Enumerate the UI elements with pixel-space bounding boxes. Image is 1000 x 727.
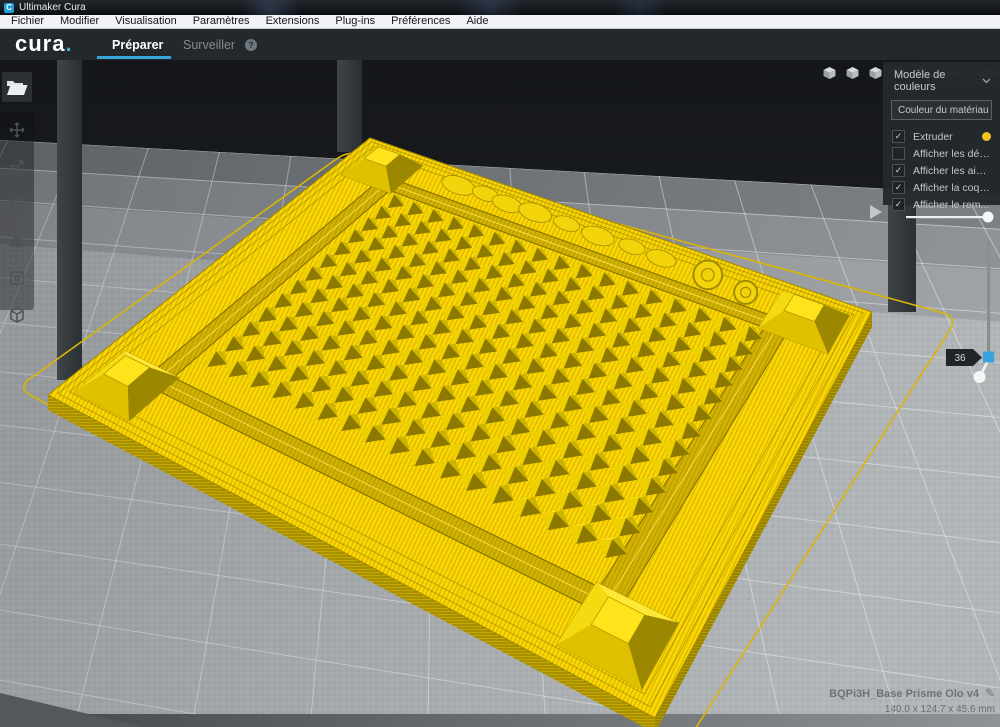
- app-icon: C: [4, 3, 14, 13]
- view-option-label: Afficher les aides: [913, 165, 991, 177]
- title-bar[interactable]: C Ultimaker Cura: [0, 0, 1000, 15]
- monitor-info-icon[interactable]: ?: [245, 39, 257, 51]
- view-option-row: Afficher les dép...: [883, 145, 1000, 162]
- menu-plug-ins[interactable]: Plug-ins: [327, 15, 383, 28]
- view-options-panel: Modèle de couleurs Couleur du matériau ✓…: [883, 62, 1000, 205]
- view-option-row: ✓ Extruder: [883, 128, 1000, 145]
- layer-slider-track-upper[interactable]: [987, 240, 990, 357]
- layer-slider-upper-handle[interactable]: [983, 352, 994, 363]
- header-bar: cura. Préparer Surveiller ? Vue en couch…: [0, 29, 1000, 60]
- simulation-sliders: 36: [860, 200, 1000, 400]
- view-top-icon[interactable]: [868, 66, 883, 85]
- menu-paramtres[interactable]: Paramètres: [185, 15, 258, 28]
- edit-job-name-icon[interactable]: ✎: [985, 686, 995, 700]
- checkbox[interactable]: ✓: [892, 164, 905, 177]
- play-button[interactable]: [870, 205, 882, 219]
- cura-window: C Ultimaker Cura FichierModifierVisualis…: [0, 0, 1000, 727]
- view-option-label: Afficher la coque: [913, 182, 991, 194]
- support-blocker-tool-icon[interactable]: [7, 305, 27, 330]
- scale-tool-icon[interactable]: [7, 157, 27, 182]
- layer-tooltip-value: 36: [954, 353, 966, 364]
- mirror-tool-icon[interactable]: [7, 231, 27, 256]
- job-name[interactable]: BQPi3H_Base Prisme Olo v4: [829, 688, 979, 700]
- path-slider-track[interactable]: [906, 216, 990, 218]
- menu-fichier[interactable]: Fichier: [3, 15, 52, 28]
- view-option-label: Afficher les dép...: [913, 148, 991, 160]
- menu-prfrences[interactable]: Préférences: [383, 15, 458, 28]
- path-slider-handle[interactable]: [983, 212, 994, 223]
- open-file-button[interactable]: [2, 72, 32, 102]
- chevron-down-icon: [982, 78, 990, 84]
- menu-visualisation[interactable]: Visualisation: [107, 15, 185, 28]
- menu-bar: FichierModifierVisualisationParamètresEx…: [0, 15, 1000, 29]
- tab-monitor[interactable]: Surveiller: [183, 38, 235, 52]
- cura-logo: cura.: [15, 31, 73, 57]
- menu-aide[interactable]: Aide: [458, 15, 496, 28]
- color-scheme-select[interactable]: Couleur du matériau: [891, 100, 992, 120]
- view-option-row: ✓ Afficher la coque: [883, 179, 1000, 196]
- view-3d-icon[interactable]: [822, 66, 837, 85]
- move-tool-icon[interactable]: [7, 120, 27, 145]
- open-folder-icon: [6, 79, 28, 96]
- tab-prepare[interactable]: Préparer: [112, 38, 163, 52]
- job-dimensions: 140.0 x 124.7 x 45.6 mm: [829, 704, 995, 715]
- menu-modifier[interactable]: Modifier: [52, 15, 107, 28]
- color-scheme-header[interactable]: Modèle de couleurs: [883, 69, 1000, 93]
- checkbox[interactable]: ✓: [892, 130, 905, 143]
- rotate-tool-icon[interactable]: [7, 194, 27, 219]
- model-tool-strip: [0, 112, 34, 310]
- window-title: Ultimaker Cura: [19, 2, 86, 13]
- view-option-row: ✓ Afficher les aides: [883, 162, 1000, 179]
- menu-extensions[interactable]: Extensions: [258, 15, 328, 28]
- layer-slider-lower-handle[interactable]: [974, 371, 986, 383]
- view-front-icon[interactable]: [845, 66, 860, 85]
- job-info: BQPi3H_Base Prisme Olo v4 ✎ 140.0 x 124.7…: [829, 686, 995, 715]
- per-model-settings-tool-icon[interactable]: [7, 268, 27, 293]
- extruder-color-swatch: [982, 132, 991, 141]
- viewport-3d[interactable]: [0, 60, 1000, 727]
- checkbox[interactable]: ✓: [892, 181, 905, 194]
- checkbox[interactable]: [892, 147, 905, 160]
- tab-prepare-underline: [97, 56, 171, 59]
- view-option-label: Extruder: [913, 131, 978, 143]
